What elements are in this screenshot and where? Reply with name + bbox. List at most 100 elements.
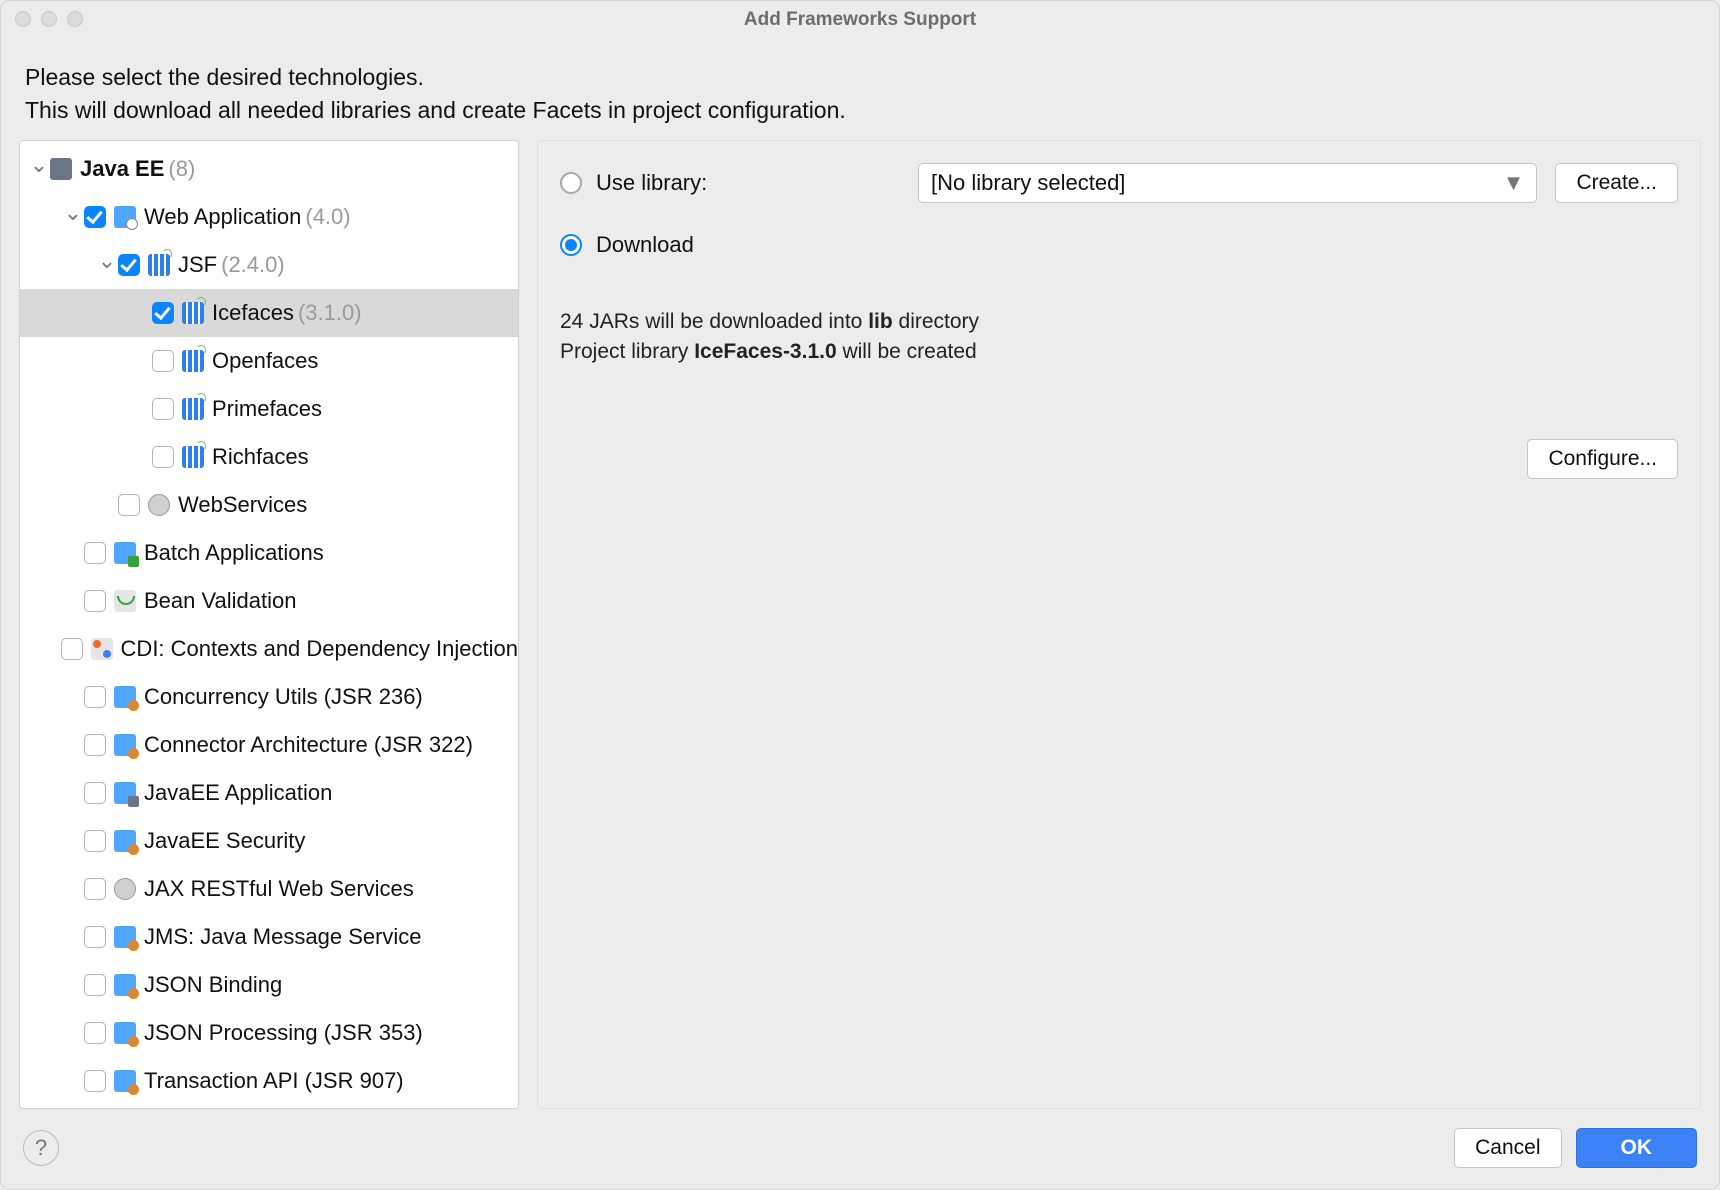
framework-icon [148,254,170,276]
framework-version: (8) [168,156,195,182]
titlebar: Add Frameworks Support [1,1,1719,39]
framework-label: Connector Architecture (JSR 322) [144,732,473,758]
framework-label: WebServices [178,492,307,518]
tree-row[interactable]: JSON Processing (JSR 353) [20,1009,518,1057]
tree-row[interactable]: JavaEE Application [20,769,518,817]
framework-version: (4.0) [305,204,350,230]
help-button[interactable]: ? [23,1130,59,1166]
framework-checkbox[interactable] [84,686,106,708]
framework-checkbox[interactable] [152,350,174,372]
tree-row[interactable]: Concurrency Utils (JSR 236) [20,673,518,721]
tree-row[interactable]: JavaEE Security [20,817,518,865]
framework-icon [114,926,136,948]
disclosure-arrow-icon[interactable]: ⌄ [96,248,118,274]
framework-checkbox[interactable] [84,974,106,996]
framework-icon [114,974,136,996]
framework-checkbox[interactable] [118,254,140,276]
framework-icon [114,1070,136,1092]
framework-label: JAX RESTful Web Services [144,876,414,902]
framework-icon [182,302,204,324]
framework-checkbox[interactable] [84,590,106,612]
dialog-window: Add Frameworks Support Please select the… [0,0,1720,1190]
framework-icon [114,206,136,228]
use-library-radio[interactable] [560,172,582,194]
close-window-icon[interactable] [15,11,31,27]
tree-row[interactable]: Bean Validation [20,577,518,625]
framework-label: Concurrency Utils (JSR 236) [144,684,423,710]
framework-label: Batch Applications [144,540,324,566]
framework-icon [114,1022,136,1044]
framework-checkbox[interactable] [152,446,174,468]
framework-checkbox[interactable] [84,926,106,948]
framework-checkbox[interactable] [84,830,106,852]
tree-row[interactable]: ⌄Web Application (4.0) [20,193,518,241]
framework-checkbox[interactable] [84,878,106,900]
main-area: ⌄Java EE (8)⌄Web Application (4.0)⌄JSF (… [1,140,1719,1117]
tree-row[interactable]: JSON Binding [20,961,518,1009]
zoom-window-icon[interactable] [67,11,83,27]
framework-icon [114,878,136,900]
framework-tree[interactable]: ⌄Java EE (8)⌄Web Application (4.0)⌄JSF (… [19,140,519,1109]
create-library-button[interactable]: Create... [1555,163,1678,203]
tree-row[interactable]: Richfaces [20,433,518,481]
intro-line1: Please select the desired technologies. [25,61,1695,94]
framework-label: Transaction API (JSR 907) [144,1068,404,1094]
framework-checkbox[interactable] [84,1022,106,1044]
tree-row[interactable]: JAX RESTful Web Services [20,865,518,913]
framework-version: (3.1.0) [298,300,362,326]
download-radio[interactable] [560,234,582,256]
framework-checkbox[interactable] [84,782,106,804]
download-label: Download [596,232,694,258]
framework-label: Bean Validation [144,588,297,614]
tree-row[interactable]: Openfaces [20,337,518,385]
window-controls [15,11,83,27]
framework-icon [114,734,136,756]
tree-row[interactable]: Primefaces [20,385,518,433]
configure-button[interactable]: Configure... [1527,439,1678,479]
cancel-button[interactable]: Cancel [1454,1128,1561,1168]
framework-icon [114,590,136,612]
ok-button[interactable]: OK [1576,1128,1698,1168]
framework-checkbox[interactable] [84,206,106,228]
framework-checkbox[interactable] [118,494,140,516]
tree-row[interactable]: Connector Architecture (JSR 322) [20,721,518,769]
tree-row[interactable]: Batch Applications [20,529,518,577]
framework-icon [148,494,170,516]
chevron-down-icon: ▼ [1503,170,1525,196]
tree-row[interactable]: JMS: Java Message Service [20,913,518,961]
intro-text: Please select the desired technologies. … [1,39,1719,140]
framework-icon [114,830,136,852]
framework-checkbox[interactable] [152,398,174,420]
framework-icon [114,542,136,564]
tree-row[interactable]: WebServices [20,481,518,529]
framework-icon [91,638,113,660]
framework-label: JavaEE Security [144,828,305,854]
framework-label: Openfaces [212,348,318,374]
framework-icon [182,398,204,420]
tree-row[interactable]: ⌄Java EE (8) [20,145,518,193]
framework-checkbox[interactable] [61,638,83,660]
disclosure-arrow-icon[interactable]: ⌄ [28,152,50,178]
framework-icon [182,446,204,468]
framework-version: (2.4.0) [221,252,285,278]
framework-label: Richfaces [212,444,309,470]
framework-checkbox[interactable] [84,542,106,564]
framework-label: JSF [178,252,217,278]
intro-line2: This will download all needed libraries … [25,94,1695,127]
tree-row[interactable]: CDI: Contexts and Dependency Injection [20,625,518,673]
framework-checkbox[interactable] [84,734,106,756]
jar-count: 24 [560,310,583,333]
framework-icon [182,350,204,372]
tree-row[interactable]: ⌄ JSF (2.4.0) [20,241,518,289]
tree-row[interactable]: Transaction API (JSR 907) [20,1057,518,1105]
tree-row[interactable]: Icefaces (3.1.0) [20,289,518,337]
download-row: Download [560,223,1678,267]
framework-checkbox[interactable] [152,302,174,324]
framework-detail: Use library: [No library selected] ▼ Cre… [537,140,1701,1109]
framework-icon [114,686,136,708]
library-select[interactable]: [No library selected] ▼ [918,163,1537,203]
minimize-window-icon[interactable] [41,11,57,27]
project-library-name: IceFaces-3.1.0 [694,340,836,363]
framework-checkbox[interactable] [84,1070,106,1092]
disclosure-arrow-icon[interactable]: ⌄ [62,200,84,226]
